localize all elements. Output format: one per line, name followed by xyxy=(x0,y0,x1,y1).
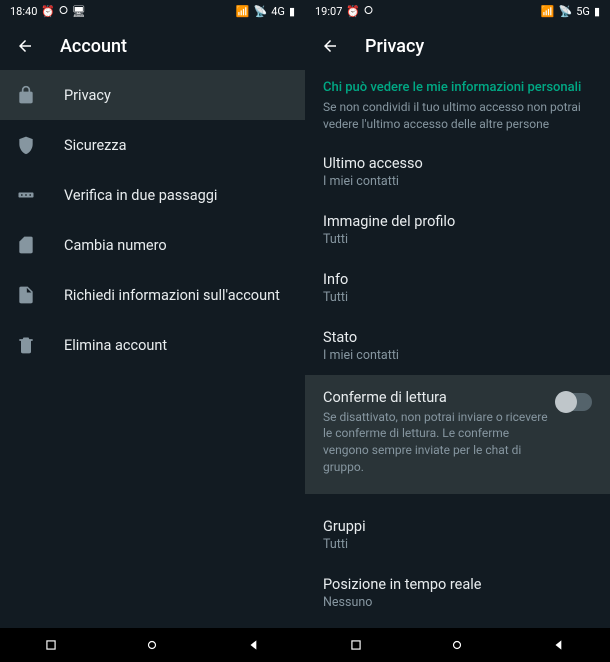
back-icon[interactable] xyxy=(16,37,34,55)
shield-icon xyxy=(16,135,36,155)
setting-title: Posizione in tempo reale xyxy=(323,576,592,593)
pin-icon xyxy=(16,185,36,205)
setting-live-location[interactable]: Posizione in tempo reale Nessuno xyxy=(305,564,610,622)
menu-item-request-info[interactable]: Richiedi informazioni sull'account xyxy=(0,270,305,320)
setting-value: Nessuno xyxy=(323,595,592,610)
doc-icon xyxy=(16,285,36,305)
setting-value: I miei contatti xyxy=(323,174,592,189)
read-receipts-toggle[interactable] xyxy=(558,393,592,411)
status-bar: 18:40 ⏰ ⭘ 🖥 📶 📡 4G ▮ xyxy=(0,0,305,22)
menu-label: Elimina account xyxy=(64,337,167,354)
phone-left: 18:40 ⏰ ⭘ 🖥 📶 📡 4G ▮ Account Privacy Sic… xyxy=(0,0,305,662)
setting-value: Tutti xyxy=(323,232,592,247)
setting-title: Ultimo accesso xyxy=(323,155,592,172)
setting-title: Conferme di lettura xyxy=(323,389,548,406)
app-bar: Account xyxy=(0,22,305,70)
setting-title: Immagine del profilo xyxy=(323,213,592,230)
menu-item-change-number[interactable]: Cambia numero xyxy=(0,220,305,270)
battery-icon: ▮ xyxy=(289,5,295,18)
setting-profile-photo[interactable]: Immagine del profilo Tutti xyxy=(305,201,610,259)
lock-icon xyxy=(16,85,36,105)
menu-item-delete[interactable]: Elimina account xyxy=(0,320,305,370)
setting-read-receipts[interactable]: Conferme di lettura Se disattivato, non … xyxy=(305,375,610,494)
page-title: Privacy xyxy=(365,36,424,57)
alarm-off-icon: ⏰ xyxy=(41,5,55,18)
account-menu: Privacy Sicurezza Verifica in due passag… xyxy=(0,70,305,662)
network-label: 4G xyxy=(271,5,285,18)
nav-recent-icon[interactable] xyxy=(44,638,58,652)
menu-label: Cambia numero xyxy=(64,237,167,254)
setting-title: Stato xyxy=(323,329,592,346)
setting-info[interactable]: Info Tutti xyxy=(305,259,610,317)
menu-label: Richiedi informazioni sull'account xyxy=(64,287,280,304)
menu-item-two-step[interactable]: Verifica in due passaggi xyxy=(0,170,305,220)
setting-title: Info xyxy=(323,271,592,288)
battery-icon: ▮ xyxy=(594,5,600,18)
vodafone-icon: ⭘ xyxy=(59,4,68,18)
nav-home-icon[interactable] xyxy=(145,638,159,652)
section-header: Chi può vedere le mie informazioni perso… xyxy=(305,70,610,99)
nav-bar xyxy=(0,628,305,662)
signal-icon: 📶 xyxy=(541,5,555,18)
alarm-off-icon: ⏰ xyxy=(346,5,360,18)
menu-label: Verifica in due passaggi xyxy=(64,187,217,204)
sim-icon xyxy=(16,235,36,255)
menu-label: Privacy xyxy=(64,87,111,104)
page-title: Account xyxy=(60,36,127,57)
setting-groups[interactable]: Gruppi Tutti xyxy=(305,506,610,564)
setting-value: Tutti xyxy=(323,290,592,305)
status-time: 19:07 xyxy=(315,5,342,18)
setting-last-seen[interactable]: Ultimo accesso I miei contatti xyxy=(305,143,610,201)
menu-item-privacy[interactable]: Privacy xyxy=(0,70,305,120)
switch-thumb xyxy=(555,391,577,413)
setting-value: I miei contatti xyxy=(323,348,592,363)
app-bar: Privacy xyxy=(305,22,610,70)
network-label: 5G xyxy=(576,5,590,18)
nav-back-icon[interactable] xyxy=(552,638,566,652)
vodafone-icon: ⭘ xyxy=(364,4,373,18)
wifi-icon: 📡 xyxy=(559,5,573,18)
setting-desc: Se disattivato, non potrai inviare o ric… xyxy=(323,409,548,476)
trash-icon xyxy=(16,335,36,355)
section-subtext: Se non condividi il tuo ultimo accesso n… xyxy=(305,99,610,143)
nav-recent-icon[interactable] xyxy=(349,638,363,652)
status-time: 18:40 xyxy=(10,5,37,18)
nav-back-icon[interactable] xyxy=(247,638,261,652)
status-bar: 19:07 ⏰ ⭘ 📶 📡 5G ▮ xyxy=(305,0,610,22)
menu-item-security[interactable]: Sicurezza xyxy=(0,120,305,170)
privacy-settings: Chi può vedere le mie informazioni perso… xyxy=(305,70,610,662)
signal-icon: 📶 xyxy=(236,5,250,18)
setting-value: Tutti xyxy=(323,537,592,552)
nav-home-icon[interactable] xyxy=(450,638,464,652)
menu-label: Sicurezza xyxy=(64,137,126,154)
setting-status[interactable]: Stato I miei contatti xyxy=(305,317,610,375)
back-icon[interactable] xyxy=(321,37,339,55)
nav-bar xyxy=(305,628,610,662)
laptop-icon: 🖥 xyxy=(72,5,86,18)
setting-title: Gruppi xyxy=(323,518,592,535)
phone-right: 19:07 ⏰ ⭘ 📶 📡 5G ▮ Privacy Chi può veder… xyxy=(305,0,610,662)
wifi-icon: 📡 xyxy=(254,5,268,18)
